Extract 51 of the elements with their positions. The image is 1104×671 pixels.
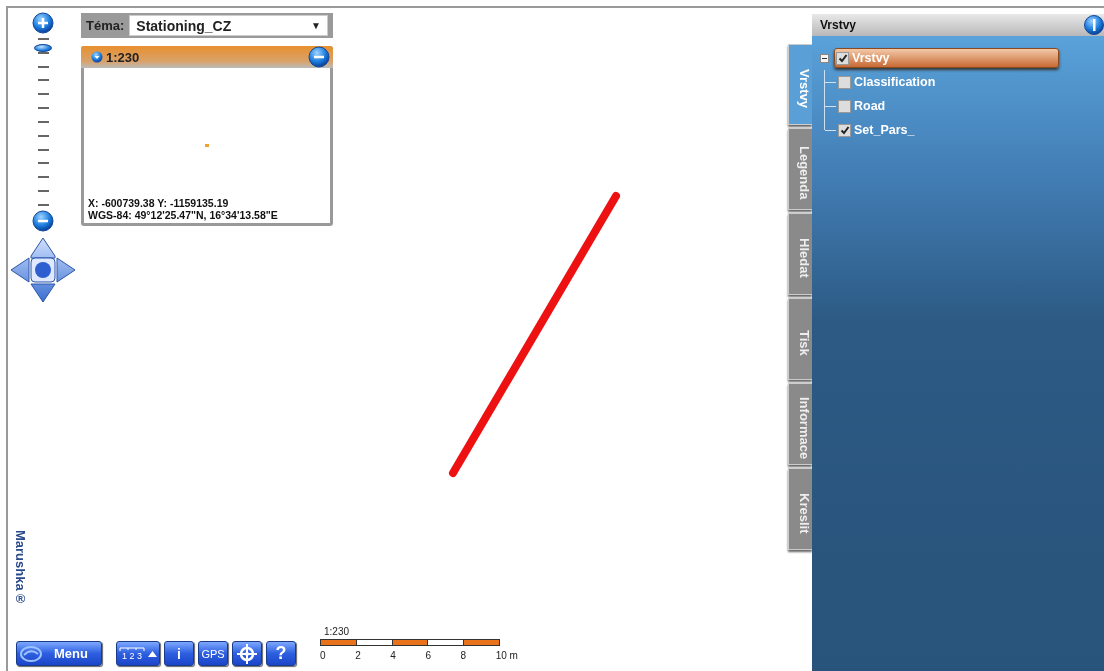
- pan-control-icon[interactable]: [9, 236, 77, 304]
- wgs-coordinates-text: WGS-84: 49°12'25.47"N, 16°34'13.58"E: [88, 209, 279, 221]
- menu-button[interactable]: Menu: [16, 641, 102, 666]
- panel-title: Vrstvy: [820, 18, 857, 32]
- checkbox[interactable]: [838, 99, 851, 113]
- tree-item[interactable]: Road: [836, 96, 891, 116]
- layer-label: Classification: [854, 75, 936, 89]
- caret-icon: [148, 650, 157, 657]
- theme-label: Téma:: [86, 18, 125, 33]
- scale-label: 1:230: [324, 626, 351, 637]
- checkbox[interactable]: [836, 51, 849, 65]
- tool-button[interactable]: i: [164, 641, 194, 666]
- checkbox[interactable]: [838, 75, 851, 89]
- tool-button[interactable]: ?: [266, 641, 296, 666]
- scale-tick-label: 6: [425, 650, 431, 661]
- crosshair-icon: [237, 643, 257, 664]
- collapse-icon[interactable]: [820, 53, 829, 63]
- scale-tick-label: 2: [355, 650, 361, 661]
- layer-label: Set_Pars_: [854, 123, 915, 137]
- panel-tab[interactable]: Legenda: [788, 128, 812, 210]
- locate-button[interactable]: [232, 641, 262, 666]
- panel-tab[interactable]: Informace: [788, 383, 812, 465]
- checkbox[interactable]: [838, 123, 851, 137]
- theme-dropdown[interactable]: Stationing_CZ ▼: [129, 15, 328, 36]
- minimize-icon[interactable]: [308, 46, 330, 68]
- layer-label: Road: [854, 99, 886, 113]
- tool-button[interactable]: GPS: [198, 641, 228, 666]
- tree-item[interactable]: Classification: [836, 72, 941, 92]
- scale-tick-label: 10 m: [495, 650, 518, 661]
- dropdown-icon[interactable]: [91, 51, 103, 63]
- scale-label: 1:230: [106, 49, 141, 65]
- panel-tab[interactable]: Tisk: [788, 298, 812, 380]
- measure-button[interactable]: 1 2 3: [116, 641, 160, 666]
- zoom-in-icon[interactable]: [32, 12, 54, 34]
- coordinates-text: X: -600739.38 Y: -1159135.19: [88, 197, 230, 209]
- tree-item[interactable]: Vrstvy: [834, 48, 1059, 68]
- slider-thumb[interactable]: [34, 44, 52, 53]
- brand-logo-text: Marushka®: [13, 530, 28, 606]
- ruler-icon: [119, 646, 145, 652]
- zoom-out-icon[interactable]: [32, 210, 54, 232]
- layer-label: Vrstvy: [852, 51, 890, 65]
- info-icon[interactable]: [1084, 15, 1104, 35]
- panel-tab[interactable]: Kreslit: [788, 468, 812, 550]
- location-marker: [205, 144, 209, 147]
- panel-tab[interactable]: Hledat: [788, 213, 812, 295]
- scale-tick-label: 8: [460, 650, 467, 661]
- swirl-icon: [20, 645, 42, 662]
- panel-tab[interactable]: Vrstvy: [788, 44, 812, 125]
- scale-tick-label: 4: [390, 650, 396, 661]
- tree-item[interactable]: Set_Pars_: [836, 120, 920, 140]
- scale-tick-label: 0: [320, 650, 326, 661]
